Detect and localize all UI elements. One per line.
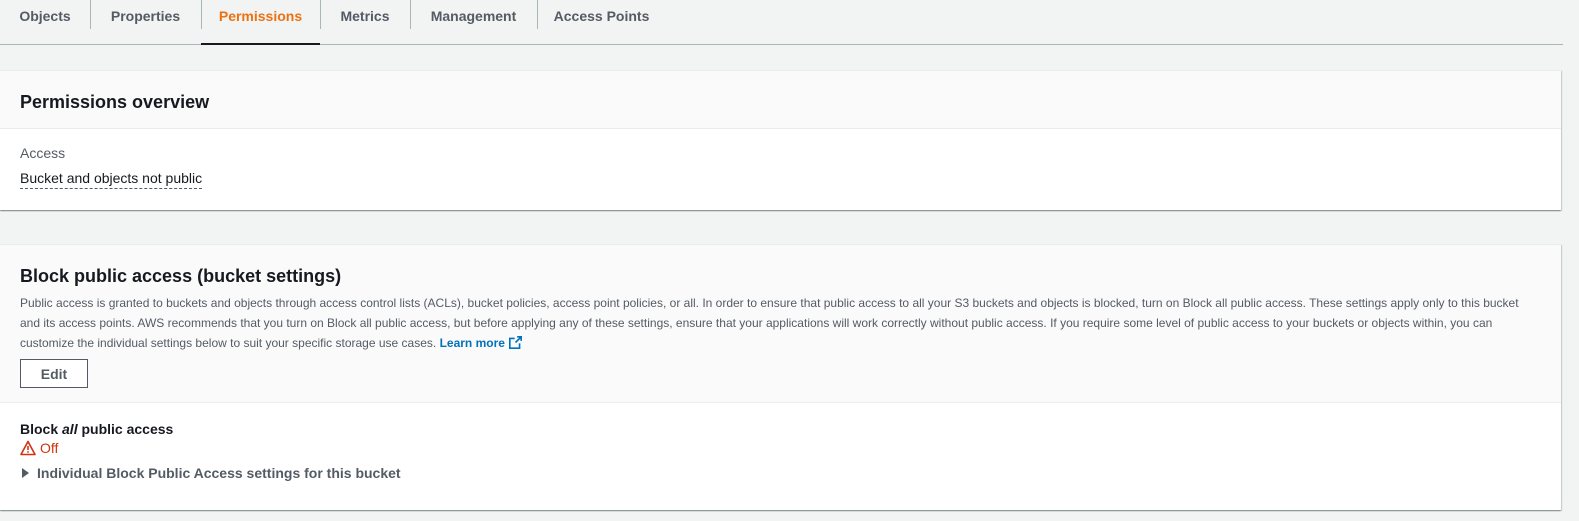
tab-objects[interactable]: Objects — [0, 0, 90, 44]
external-link-icon — [508, 336, 522, 349]
edit-button[interactable]: Edit — [20, 359, 88, 388]
expander-label: Individual Block Public Access settings … — [37, 465, 401, 481]
setting-emphasis: all — [62, 421, 78, 437]
tab-label: Objects — [19, 7, 71, 24]
learn-more-link[interactable]: Learn more — [440, 336, 522, 350]
description-text: Public access is granted to buckets and … — [20, 296, 1519, 350]
panel-title: Block public access (bucket settings) — [20, 266, 342, 286]
permissions-overview-panel: Permissions overview — [0, 70, 1561, 210]
tab-label: Management — [430, 7, 517, 24]
block-all-public-access-label: Block all public access — [20, 421, 173, 437]
tab-label: Metrics — [340, 7, 390, 24]
status-off: Off — [20, 440, 58, 456]
tab-label: Permissions — [218, 7, 303, 24]
warning-icon — [20, 440, 36, 456]
panel-header: Permissions overview — [0, 71, 1561, 129]
panel-description: Public access is granted to buckets and … — [20, 293, 1535, 353]
tab-management[interactable]: Management — [410, 0, 537, 44]
tab-properties[interactable]: Properties — [90, 0, 201, 44]
caret-right-icon — [22, 468, 29, 478]
tab-permissions[interactable]: Permissions — [201, 0, 320, 45]
setting-prefix: Block — [20, 421, 63, 437]
access-value[interactable]: Bucket and objects not public — [20, 170, 203, 189]
setting-suffix: public access — [77, 421, 174, 437]
learn-more-label: Learn more — [439, 336, 505, 350]
tab-access-points[interactable]: Access Points — [537, 0, 666, 44]
access-label: Access — [20, 145, 66, 161]
panel-header: Block public access (bucket settings) Pu… — [0, 245, 1561, 403]
tab-label: Properties — [110, 7, 181, 24]
panel-title: Permissions overview — [20, 92, 210, 112]
tab-bar: Objects Properties Permissions Metrics M… — [0, 0, 1563, 45]
tab-label: Access Points — [553, 7, 650, 24]
block-public-access-panel: Block public access (bucket settings) Pu… — [0, 244, 1561, 510]
tab-metrics[interactable]: Metrics — [320, 0, 410, 44]
individual-settings-expander[interactable]: Individual Block Public Access settings … — [20, 465, 401, 481]
status-text: Off — [40, 440, 59, 456]
